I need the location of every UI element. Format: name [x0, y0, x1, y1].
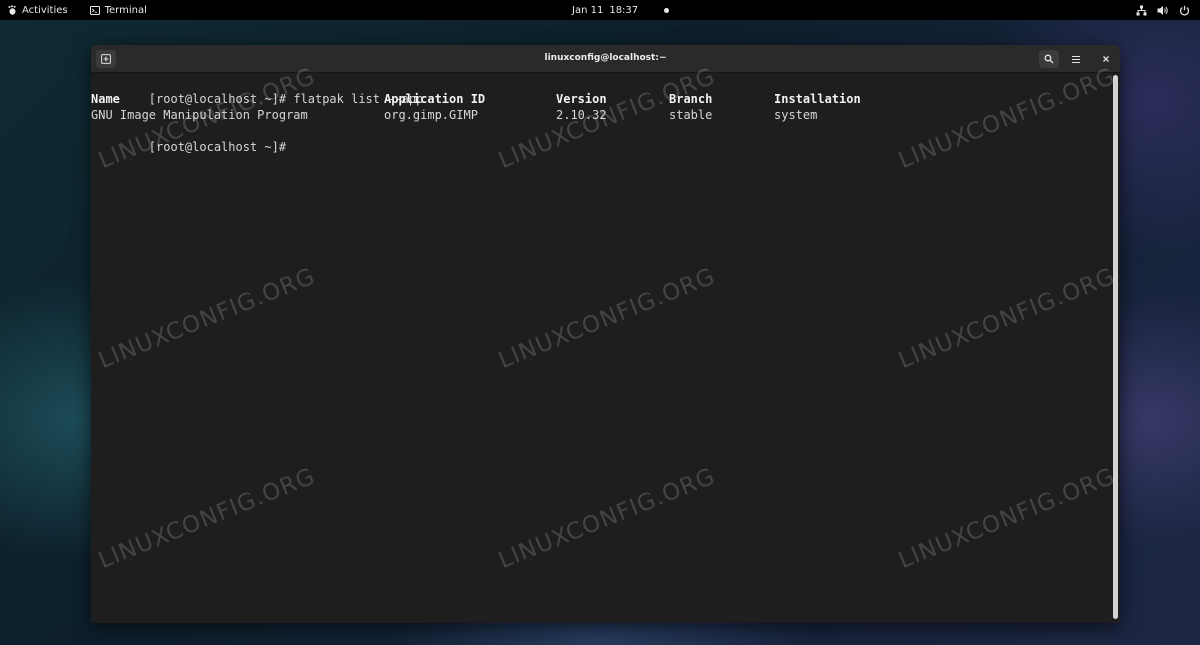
app-menu-terminal[interactable]: Terminal	[89, 4, 147, 16]
top-bar: Activities Terminal Jan 11 18:37	[0, 0, 1200, 20]
notification-dot	[664, 7, 670, 13]
network-icon	[1136, 5, 1147, 15]
power-icon	[1179, 5, 1190, 15]
column-header-application-id: Application ID	[384, 92, 486, 106]
desktop: Activities Terminal Jan 11 18:37 linuxco…	[0, 0, 1200, 645]
close-button[interactable]	[1096, 50, 1116, 68]
terminal-window[interactable]: linuxconfig@localhost:~ [root@localhost …	[91, 45, 1120, 623]
terminal-icon	[89, 5, 100, 15]
table-row: GNU Image Manipulation Program org.gimp.…	[91, 107, 1091, 123]
system-menu[interactable]	[1136, 0, 1190, 20]
table-header-row: Name Application ID Version Branch Insta…	[91, 91, 1091, 107]
shell-prompt: [root@localhost ~]#	[148, 140, 287, 154]
column-header-branch: Branch	[669, 92, 713, 106]
hamburger-menu-icon	[1072, 55, 1080, 63]
app-name-label: Terminal	[104, 4, 147, 16]
column-header-name: Name	[91, 92, 120, 106]
header-bar[interactable]: linuxconfig@localhost:~	[91, 45, 1120, 73]
new-tab-icon	[101, 54, 111, 64]
cell-name: GNU Image Manipulation Program	[91, 108, 308, 122]
search-icon	[1044, 54, 1054, 64]
terminal-output[interactable]: [root@localhost ~]# flatpak list --app N…	[91, 73, 1111, 623]
menu-button[interactable]	[1066, 50, 1086, 68]
cell-installation: system	[774, 108, 818, 122]
prompt-line: [root@localhost ~]#	[91, 123, 286, 154]
search-button[interactable]	[1039, 50, 1059, 68]
cell-application-id: org.gimp.GIMP	[384, 108, 478, 122]
window-title: linuxconfig@localhost:~	[544, 53, 667, 63]
column-header-version: Version	[556, 92, 607, 106]
new-tab-button[interactable]	[96, 50, 116, 68]
scrollbar[interactable]	[1113, 75, 1118, 619]
clock-date: Jan 11	[572, 4, 604, 16]
clock-button[interactable]: Jan 11 18:37	[572, 0, 670, 20]
activities-label: Activities	[22, 4, 68, 16]
volume-icon	[1157, 5, 1168, 15]
close-icon	[1103, 56, 1109, 62]
gnome-foot-icon	[8, 5, 16, 15]
clock-time: 18:37	[609, 4, 639, 16]
activities-button[interactable]: Activities	[8, 5, 68, 16]
column-header-installation: Installation	[774, 92, 861, 106]
command-line: [root@localhost ~]# flatpak list --app	[91, 75, 424, 106]
cell-version: 2.10.32	[556, 108, 607, 122]
cell-branch: stable	[669, 108, 713, 122]
